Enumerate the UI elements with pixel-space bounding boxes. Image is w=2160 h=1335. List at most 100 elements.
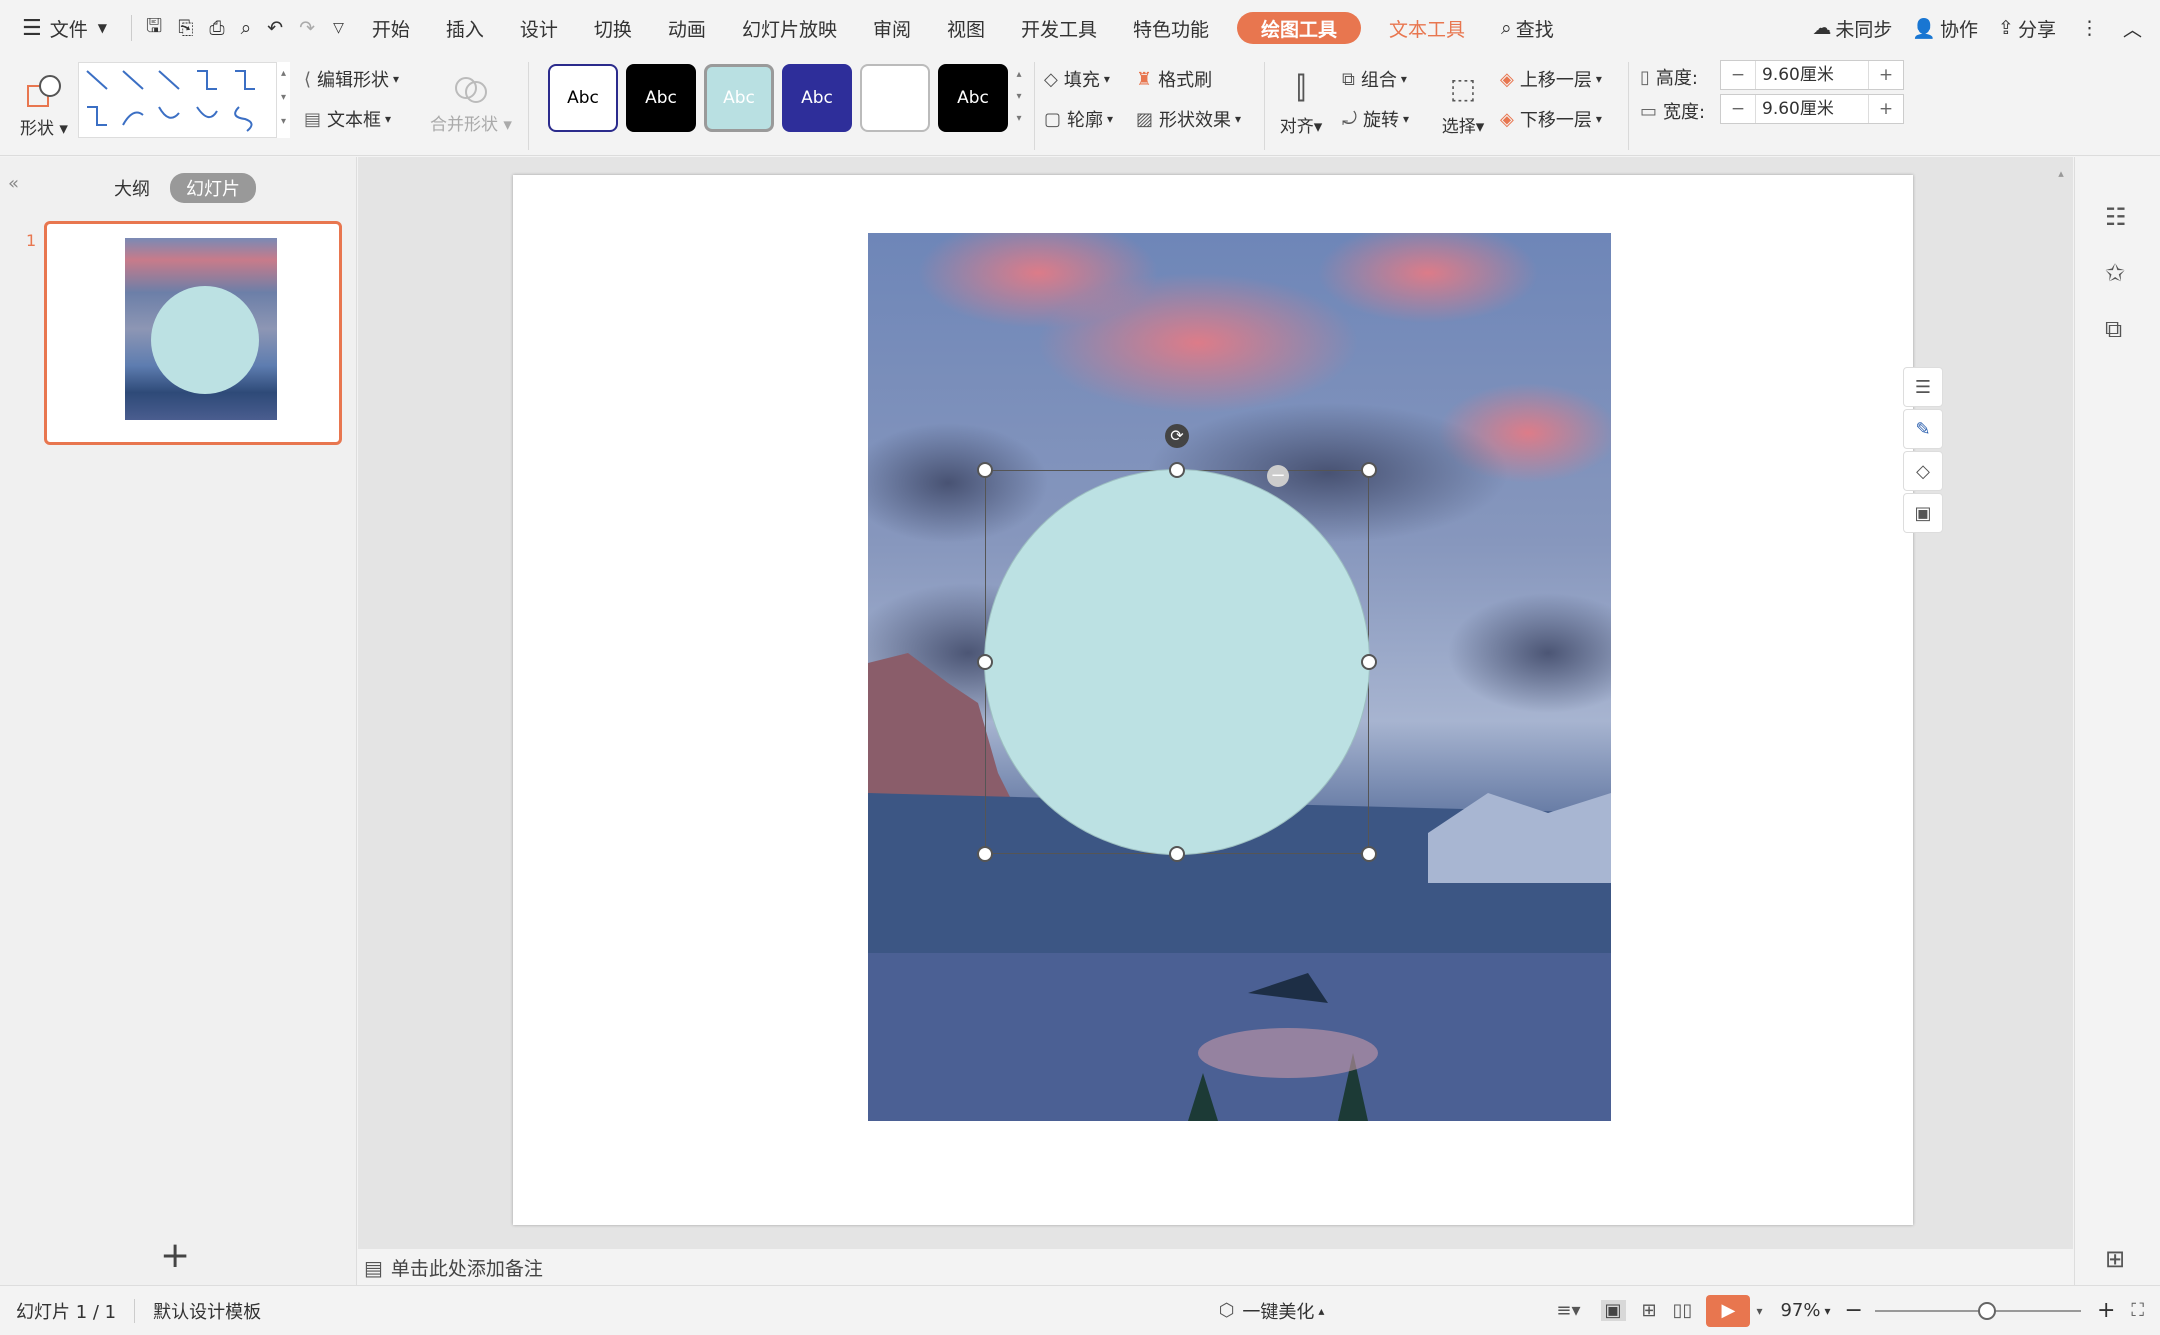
align-button[interactable]: ⫿ 对齐▾: [1276, 60, 1326, 148]
comments-icon[interactable]: ⧉: [2105, 315, 2122, 343]
slide-thumbnail[interactable]: [44, 221, 342, 445]
more-icon[interactable]: ⋮: [2066, 0, 2113, 56]
zoom-slider[interactable]: [1874, 1301, 2081, 1321]
tab-developer[interactable]: 开发工具: [1003, 0, 1115, 56]
animation-icon[interactable]: ✩: [2105, 259, 2125, 287]
width-decrease-button[interactable]: −: [1721, 95, 1755, 123]
width-input[interactable]: 9.60厘米: [1755, 95, 1869, 123]
collapse-ribbon-icon[interactable]: ︿: [2113, 0, 2160, 56]
style-preset-4[interactable]: Abc: [782, 64, 852, 132]
template-name[interactable]: 默认设计模板: [153, 1298, 261, 1324]
save-icon[interactable]: 🖫: [138, 0, 170, 56]
outline-button[interactable]: ▢ 轮廓 ▾: [1044, 106, 1113, 132]
tab-features[interactable]: 特色功能: [1115, 0, 1227, 56]
slide-sorter-icon[interactable]: ⊞: [1642, 1300, 1657, 1321]
circle-shape[interactable]: [985, 470, 1369, 854]
shape-button[interactable]: 形状 ▾: [14, 62, 74, 150]
play-options-icon[interactable]: ▾: [1756, 1304, 1762, 1318]
resize-handle-w[interactable]: [977, 654, 993, 670]
zoom-in-button[interactable]: +: [2097, 1298, 2115, 1323]
zoom-out-button[interactable]: −: [1845, 1298, 1863, 1323]
height-decrease-button[interactable]: −: [1721, 61, 1755, 89]
sync-button[interactable]: ☁ 未同步: [1802, 0, 1902, 56]
fill-button[interactable]: ◇ 填充 ▾: [1044, 66, 1110, 92]
bring-forward-button[interactable]: ◈ 上移一层 ▾: [1500, 66, 1602, 92]
undo-icon[interactable]: ↶: [259, 0, 291, 56]
properties-icon[interactable]: ☷: [2105, 203, 2127, 231]
send-backward-button[interactable]: ◈ 下移一层 ▾: [1500, 106, 1602, 132]
beautify-button[interactable]: ⬡ 一键美化 ▴: [1219, 1298, 1325, 1324]
zoom-slider-thumb[interactable]: [1978, 1301, 1997, 1320]
format-painter-button[interactable]: ♜ 格式刷: [1136, 66, 1212, 92]
tab-outline[interactable]: 大纲: [114, 175, 150, 201]
height-input[interactable]: 9.60厘米: [1755, 61, 1869, 89]
redo-icon[interactable]: ↷: [291, 0, 323, 56]
outline-float-button[interactable]: ▣: [1903, 493, 1943, 533]
quick-access-more-icon[interactable]: ▽: [323, 0, 354, 56]
tab-animation[interactable]: 动画: [650, 0, 724, 56]
layers-float-button[interactable]: ☰: [1903, 367, 1943, 407]
resize-handle-sw[interactable]: [977, 846, 993, 862]
style-preset-5[interactable]: [860, 64, 930, 132]
fit-window-icon[interactable]: ⛶: [2131, 1300, 2144, 1321]
zoom-level[interactable]: 97%: [1780, 1300, 1820, 1321]
textbox-button[interactable]: ▤ 文本框 ▾: [304, 106, 391, 132]
resize-handle-ne[interactable]: [1361, 462, 1377, 478]
tab-insert[interactable]: 插入: [428, 0, 502, 56]
play-button[interactable]: ▶: [1706, 1294, 1751, 1327]
share-button[interactable]: ⇪ 分享: [1988, 0, 2066, 56]
collab-button[interactable]: 👤 协作: [1902, 0, 1988, 56]
height-stepper[interactable]: − 9.60厘米 +: [1720, 60, 1904, 90]
slide[interactable]: ⟳ −: [513, 175, 1913, 1225]
merge-shape-button[interactable]: 合并形状 ▾: [430, 60, 512, 148]
tab-drawing-tools[interactable]: 绘图工具: [1237, 12, 1362, 44]
resize-handle-se[interactable]: [1361, 846, 1377, 862]
style-preset-3[interactable]: Abc: [704, 64, 774, 132]
style-preset-1[interactable]: Abc: [548, 64, 618, 132]
export-icon[interactable]: ⎘: [170, 0, 201, 56]
print-icon[interactable]: ⎙: [201, 0, 232, 56]
resize-handle-nw[interactable]: [977, 462, 993, 478]
user-icon: 👤: [1912, 17, 1937, 40]
tab-transition[interactable]: 切换: [576, 0, 650, 56]
resize-handle-n[interactable]: [1169, 462, 1185, 478]
edit-shape-button[interactable]: ⟨ 编辑形状 ▾: [304, 66, 399, 92]
rotate-handle-icon[interactable]: ⟳: [1165, 424, 1189, 448]
brush-float-button[interactable]: ✎: [1903, 409, 1943, 449]
tab-slideshow[interactable]: 幻灯片放映: [724, 0, 855, 56]
tab-home[interactable]: 开始: [354, 0, 428, 56]
add-slide-button[interactable]: +: [160, 1235, 190, 1276]
shape-effect-button[interactable]: ▨ 形状效果 ▾: [1136, 106, 1241, 132]
vertical-scrollbar[interactable]: ▴: [2053, 167, 2069, 1227]
shape-gallery[interactable]: [78, 62, 290, 138]
tab-design[interactable]: 设计: [502, 0, 576, 56]
collapse-float-icon[interactable]: −: [1267, 465, 1289, 487]
preview-icon[interactable]: ⌕: [233, 0, 260, 56]
file-menu[interactable]: ☰ 文件 ▼: [0, 0, 125, 56]
normal-view-icon[interactable]: ▣: [1600, 1300, 1626, 1321]
resize-handle-s[interactable]: [1169, 846, 1185, 862]
group-button[interactable]: ⧉ 组合 ▾: [1342, 66, 1407, 92]
notes-bar[interactable]: ▤ 单击此处添加备注: [358, 1250, 2073, 1285]
tab-review[interactable]: 审阅: [855, 0, 929, 56]
resize-handle-e[interactable]: [1361, 654, 1377, 670]
width-increase-button[interactable]: +: [1869, 95, 1903, 123]
tab-text-tools[interactable]: 文本工具: [1371, 0, 1483, 56]
notes-toggle-icon[interactable]: ≡▾: [1556, 1300, 1580, 1321]
height-increase-button[interactable]: +: [1869, 61, 1903, 89]
notes-placeholder[interactable]: 单击此处添加备注: [391, 1254, 543, 1281]
search-button[interactable]: ⌕ 查找: [1483, 0, 1572, 56]
style-preset-6[interactable]: Abc: [938, 64, 1008, 132]
width-stepper[interactable]: − 9.60厘米 +: [1720, 94, 1904, 124]
style-preset-2[interactable]: Abc: [626, 64, 696, 132]
fill-float-button[interactable]: ◇: [1903, 451, 1943, 491]
rotate-button[interactable]: ⤾ 旋转 ▾: [1342, 106, 1409, 132]
grid-view-icon[interactable]: ⊞: [2105, 1245, 2125, 1273]
collapse-panel-icon[interactable]: «: [8, 173, 19, 194]
styles-more-icon[interactable]: ▴ ▾ ▾: [1012, 64, 1026, 132]
tab-view[interactable]: 视图: [929, 0, 1003, 56]
tab-slides[interactable]: 幻灯片: [170, 173, 256, 203]
reading-view-icon[interactable]: ▯▯: [1673, 1300, 1693, 1321]
gallery-scroll[interactable]: ▴ ▾ ▾: [276, 62, 290, 138]
select-button[interactable]: ⬚ 选择▾: [1436, 60, 1490, 148]
